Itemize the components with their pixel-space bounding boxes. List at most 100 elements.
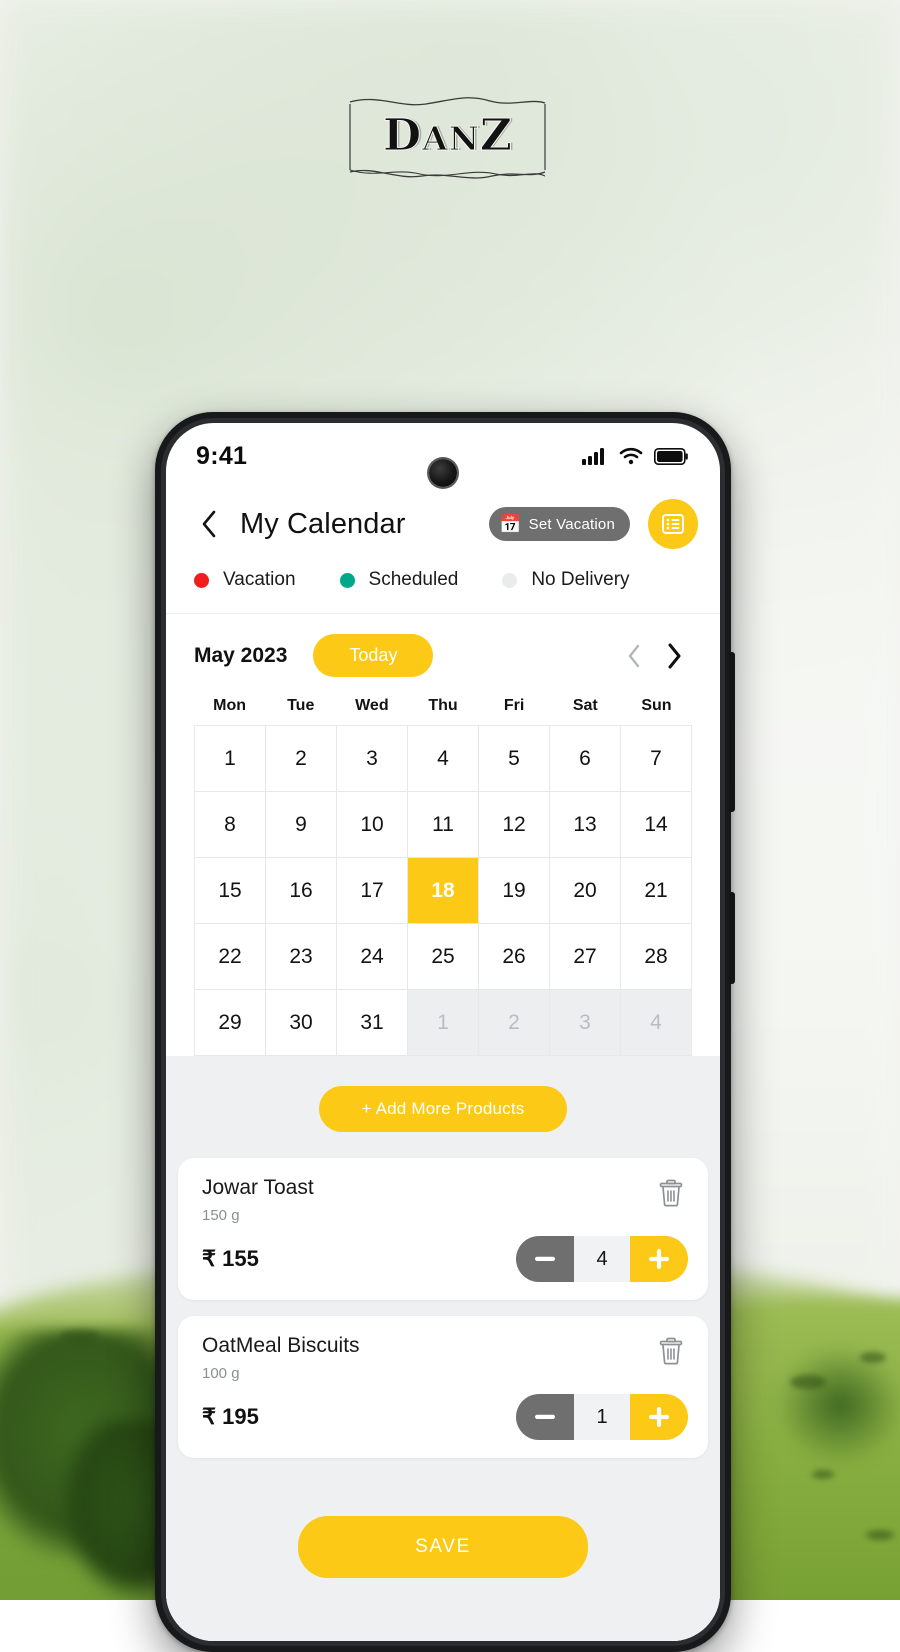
calendar-day[interactable]: 15 [195,858,266,924]
month-label: May 2023 [194,644,287,668]
wifi-icon [619,447,643,465]
calendar-day[interactable]: 24 [337,924,408,990]
bottom-spacer [166,1578,720,1641]
legend-label: Vacation [223,569,296,591]
delete-product-button[interactable] [654,1176,688,1210]
calendar-day[interactable]: 21 [621,858,692,924]
page-title: My Calendar [240,508,481,541]
legend-item-no-delivery: No Delivery [502,569,629,591]
decrease-quantity-button[interactable] [516,1236,574,1282]
background-shrub [812,1470,834,1479]
decrease-quantity-button[interactable] [516,1394,574,1440]
calendar-day[interactable]: 31 [337,990,408,1056]
calendar-day[interactable]: 29 [195,990,266,1056]
back-button[interactable] [192,504,226,544]
calendar-day[interactable]: 25 [408,924,479,990]
calendar-day[interactable]: 19 [479,858,550,924]
background-shrub [866,1530,894,1540]
calendar-day-outside[interactable]: 2 [479,990,550,1056]
calendar-day[interactable]: 1 [195,726,266,792]
calendar-day[interactable]: 10 [337,792,408,858]
calendar-day[interactable]: 7 [621,726,692,792]
calendar-day-outside[interactable]: 3 [550,990,621,1056]
list-view-button[interactable] [648,499,698,549]
quantity-stepper: 4 [516,1236,688,1282]
background-tree-right [775,1345,900,1465]
product-list: Jowar Toast 150 g ₹ 155 4 OatMeal Biscuits10… [166,1158,720,1458]
calendar-day[interactable]: 20 [550,858,621,924]
background-shrub [60,1330,100,1342]
calendar-day[interactable]: 12 [479,792,550,858]
legend-item-scheduled: Scheduled [340,569,459,591]
calendar-weekday-header: MonTueWedThuFriSatSun [166,683,720,725]
trash-icon [658,1179,684,1207]
calendar-day[interactable]: 9 [266,792,337,858]
product-price: ₹ 195 [202,1404,259,1430]
calendar-day-selected[interactable]: 18 [408,858,479,924]
calendar-day[interactable]: 6 [550,726,621,792]
calendar-day[interactable]: 11 [408,792,479,858]
calendar-day[interactable]: 22 [195,924,266,990]
minus-icon [535,1256,555,1262]
add-more-products-button[interactable]: + Add More Products [319,1086,566,1132]
chevron-left-icon [201,510,217,538]
calendar-day[interactable]: 17 [337,858,408,924]
calendar-day[interactable]: 3 [337,726,408,792]
calendar-day[interactable]: 14 [621,792,692,858]
calendar-day[interactable]: 5 [479,726,550,792]
legend-label: No Delivery [531,569,629,591]
product-card-bottom: ₹ 1951 [202,1394,688,1440]
plus-icon [649,1249,669,1269]
calendar-day[interactable]: 2 [266,726,337,792]
calendar-day[interactable]: 30 [266,990,337,1056]
battery-full-icon [654,448,688,465]
add-products-row: + Add More Products [166,1086,720,1158]
teal-dot-icon [340,573,355,588]
calendar-legend: Vacation Scheduled No Delivery [166,549,720,614]
product-weight: 100 g [202,1365,360,1382]
legend-item-vacation: Vacation [194,569,296,591]
calendar-day[interactable]: 23 [266,924,337,990]
calendar-day[interactable]: 8 [195,792,266,858]
weekday-label: Sun [621,697,692,715]
signal-bars-icon [582,447,608,465]
calendar-day[interactable]: 13 [550,792,621,858]
logo-wordmark: DANZ [348,112,548,163]
product-info: OatMeal Biscuits100 g [202,1334,360,1382]
delete-product-button[interactable] [654,1334,688,1368]
calendar-day[interactable]: 16 [266,858,337,924]
plus-icon [649,1407,669,1427]
increase-quantity-button[interactable] [630,1236,688,1282]
volume-button[interactable] [729,652,735,812]
weekday-label: Thu [407,697,478,715]
phone-screen: 9:41 [166,423,720,1641]
calendar-day-outside[interactable]: 1 [408,990,479,1056]
product-card: OatMeal Biscuits100 g ₹ 1951 [178,1316,708,1458]
product-card-top: OatMeal Biscuits100 g [202,1334,688,1382]
save-button[interactable]: SAVE [298,1516,588,1578]
product-price: ₹ 155 [202,1246,259,1272]
products-section: + Add More Products Jowar Toast 150 g ₹ 15… [166,1056,720,1641]
today-button[interactable]: Today [313,634,433,677]
next-month-button[interactable] [654,636,694,676]
chevron-left-icon [627,644,641,668]
set-vacation-button[interactable]: 📅 Set Vacation [489,507,630,541]
status-bar-icons [582,447,688,465]
calendar-day[interactable]: 26 [479,924,550,990]
calendar-month-bar: May 2023 Today [166,614,720,683]
increase-quantity-button[interactable] [630,1394,688,1440]
legend-label: Scheduled [369,569,459,591]
product-name: Jowar Toast [202,1176,314,1200]
calendar-day-outside[interactable]: 4 [621,990,692,1056]
weekday-label: Fri [479,697,550,715]
weekday-label: Sat [550,697,621,715]
calendar-day[interactable]: 28 [621,924,692,990]
minus-icon [535,1414,555,1420]
product-card-top: Jowar Toast 150 g [202,1176,688,1224]
power-button[interactable] [729,892,735,984]
prev-month-button[interactable] [614,636,654,676]
product-weight: 150 g [202,1207,314,1224]
calendar-day[interactable]: 4 [408,726,479,792]
background-shrub [790,1375,826,1389]
calendar-day[interactable]: 27 [550,924,621,990]
